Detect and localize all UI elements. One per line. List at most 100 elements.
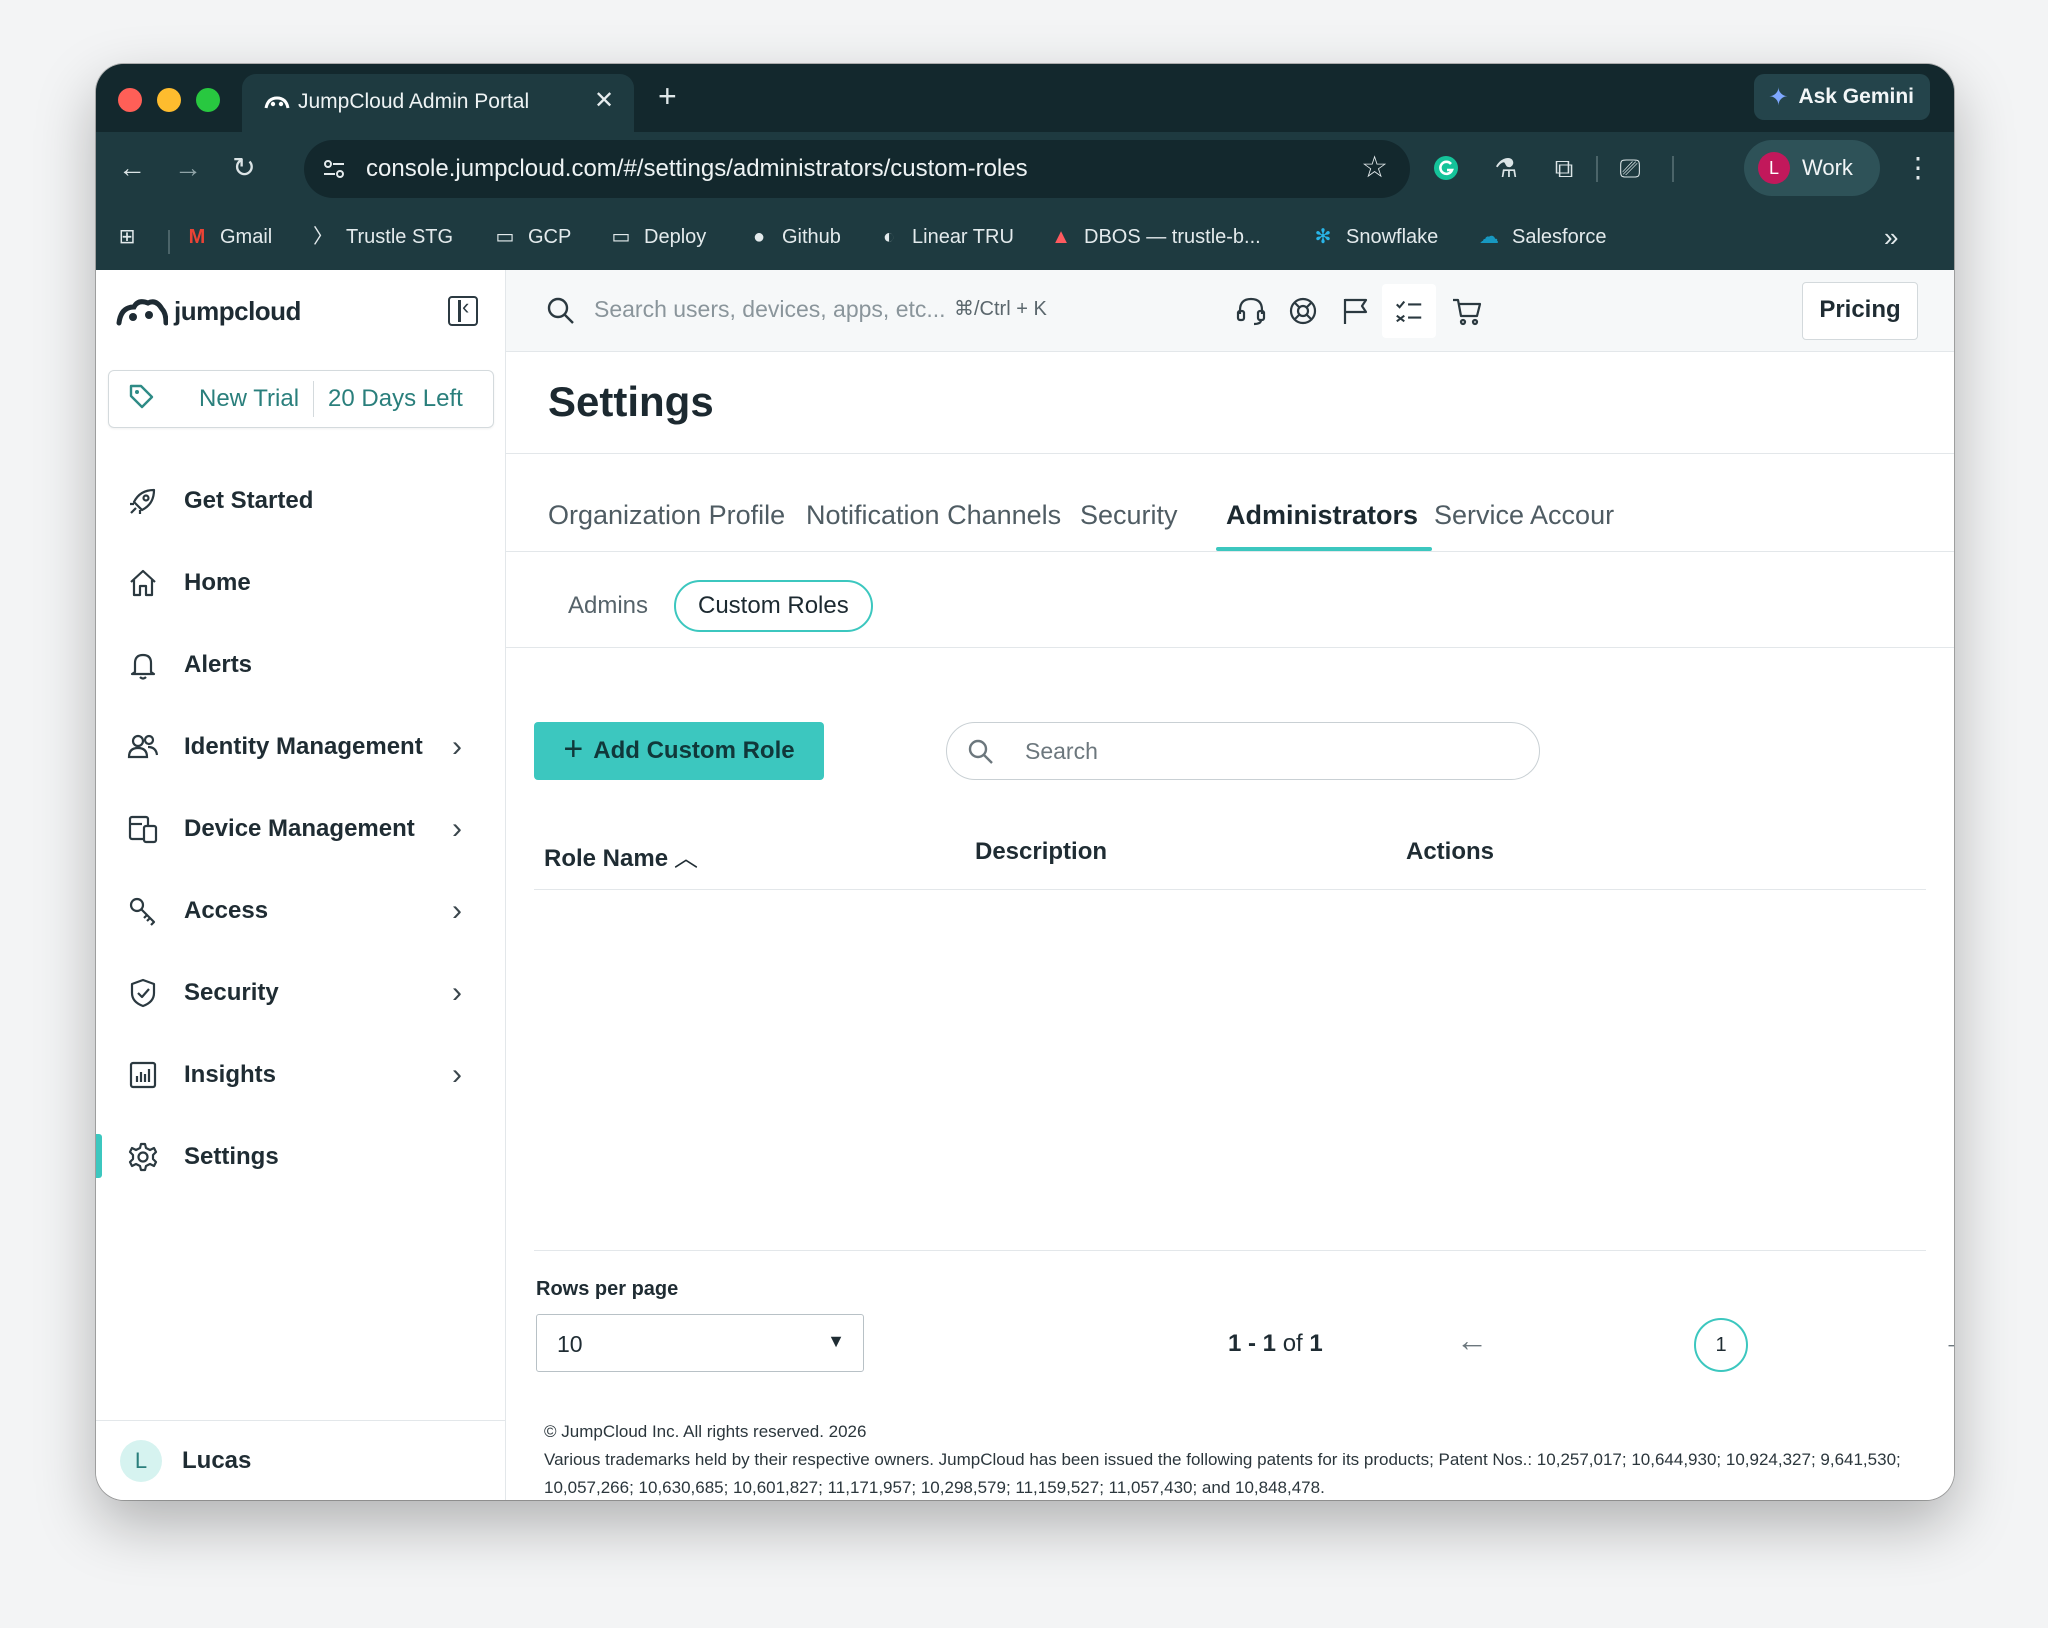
sidebar-item-label: Access [184,897,269,924]
sidebar-item-access[interactable]: Access › [96,870,506,952]
bookmark-dbos[interactable]: ▲ DBOS — trustle-b... [1048,224,1261,250]
user-menu[interactable]: L Lucas [96,1420,506,1500]
subtab-custom-roles[interactable]: Custom Roles [674,580,873,632]
close-window-button[interactable] [118,88,142,112]
table-header: Role Name ︿ Description Actions [534,820,1926,890]
sidebar-item-home[interactable]: Home [96,542,506,624]
tab-security[interactable]: Security [1080,500,1178,531]
rows-per-page-label: Rows per page [536,1278,679,1300]
devices-icon [128,815,158,844]
address-bar[interactable]: console.jumpcloud.com/#/settings/adminis… [304,140,1410,198]
back-arrow-icon[interactable]: ← [114,150,150,186]
grammarly-extension-icon[interactable] [1428,150,1464,186]
next-page-icon[interactable]: → [1942,1322,1954,1359]
tab-organization-profile[interactable]: Organization Profile [548,500,785,531]
pricing-button[interactable]: Pricing [1802,282,1918,340]
extension-icon[interactable]: ⚗ [1488,150,1524,186]
profile-button[interactable]: L Work [1744,140,1880,196]
plus-icon: + [563,730,584,768]
ask-gemini-button[interactable]: ✦ Ask Gemini [1754,74,1930,120]
browser-window: JumpCloud Admin Portal ✕ + ✦ Ask Gemini … [96,64,1954,1500]
minimize-window-button[interactable] [157,88,181,112]
rocket-icon [130,488,156,514]
bookmark-linear-tru[interactable]: ◐ Linear TRU [876,224,1014,250]
avatar: L [120,1439,162,1482]
reload-icon[interactable]: ↻ [226,150,262,186]
home-icon [130,569,156,597]
sidebar-item-identity-management[interactable]: Identity Management › [96,706,506,788]
apps-grid-icon[interactable]: ⊞ [114,224,140,250]
sidebar-item-alerts[interactable]: Alerts [96,624,506,706]
sidebar-item-insights[interactable]: Insights › [96,1034,506,1116]
bookmark-salesforce[interactable]: ☁ Salesforce [1476,224,1607,250]
checklist-icon[interactable] [1382,284,1436,338]
roles-search[interactable] [946,722,1540,780]
copyright-text: © JumpCloud Inc. All rights reserved. 20… [544,1422,867,1441]
search-icon[interactable] [546,296,576,326]
bookmark-gmail[interactable]: M Gmail [184,224,273,250]
browser-tab[interactable]: JumpCloud Admin Portal ✕ [242,74,634,132]
collapse-sidebar-icon[interactable] [448,294,478,326]
extensions-puzzle-icon[interactable]: ⧉ [1546,150,1582,186]
folder-icon: ▭ [611,226,631,248]
top-bar: Search users, devices, apps, etc... ⌘/Ct… [506,270,1954,352]
tab-search-icon[interactable]: ⎚ [1612,150,1648,186]
search-icon [968,739,993,764]
search-shortcut-hint: ⌘/Ctrl + K [954,298,1047,320]
column-role-name[interactable]: Role Name ︿ [544,838,698,873]
pagination-range: 1 - 1 [1228,1330,1277,1357]
bookmark-label: Salesforce [1512,225,1607,248]
flag-icon[interactable] [1338,294,1372,328]
global-search-input[interactable]: Search users, devices, apps, etc... [594,296,946,323]
new-tab-button[interactable]: + [658,76,677,116]
lifebuoy-icon[interactable] [1286,294,1320,328]
add-custom-role-button[interactable]: + Add Custom Role [534,722,824,780]
bookmark-snowflake[interactable]: ✻ Snowflake [1310,224,1439,250]
patents-text: Various trademarks held by their respect… [544,1450,1901,1497]
jumpcloud-logo[interactable]: jumpcloud [116,296,301,327]
close-tab-icon[interactable]: ✕ [594,86,614,115]
sidebar-item-device-management[interactable]: Device Management › [96,788,506,870]
bookmark-trustle-stg[interactable]: 〉 Trustle STG [310,224,453,250]
sidebar-item-security[interactable]: Security › [96,952,506,1034]
chevron-right-icon: › [452,894,462,927]
logo-text: jumpcloud [174,296,301,326]
dbos-icon: ▲ [1051,226,1071,248]
sidebar-item-label: Device Management [184,815,415,842]
forward-arrow-icon[interactable]: → [170,150,206,186]
cart-icon[interactable] [1450,294,1484,328]
maximize-window-button[interactable] [196,88,220,112]
more-bookmarks-icon[interactable]: » [1884,222,1898,253]
previous-page-icon[interactable]: ← [1456,1322,1488,1359]
page-number-button[interactable]: 1 [1694,1318,1748,1372]
tag-icon [127,382,159,416]
bookmark-star-icon[interactable]: ☆ [1361,150,1388,185]
page-footer: © JumpCloud Inc. All rights reserved. 20… [544,1418,1924,1500]
sidebar-item-get-started[interactable]: Get Started [96,460,506,542]
chevron-right-icon: › [452,976,462,1009]
settings-tabs: Organization Profile Notification Channe… [506,500,1954,552]
bookmark-label: GCP [528,225,572,248]
bookmark-label: Github [782,225,841,248]
gmail-icon: M [188,226,206,248]
page-title: Settings [548,378,714,425]
sort-ascending-icon: ︿ [674,845,699,872]
search-input[interactable] [1025,733,1505,769]
trial-banner[interactable]: New Trial 20 Days Left [108,370,494,428]
bookmark-deploy[interactable]: ▭ Deploy [608,224,707,250]
bookmark-label: Snowflake [1346,225,1439,248]
gear-icon [128,1142,158,1172]
tab-service-accounts[interactable]: Service Accour [1434,500,1614,531]
headset-icon[interactable] [1234,294,1268,328]
rows-per-page-select[interactable]: 10 ▼ [536,1314,864,1372]
tab-administrators[interactable]: Administrators [1226,500,1418,531]
bookmark-label: Linear TRU [912,225,1014,248]
subtab-admins[interactable]: Admins [568,592,648,620]
bookmark-gcp[interactable]: ▭ GCP [492,224,572,250]
sidebar-item-settings[interactable]: Settings [96,1116,506,1198]
bell-icon [130,653,156,680]
sidebar-item-label: Settings [184,1143,279,1170]
tab-notification-channels[interactable]: Notification Channels [806,500,1061,531]
bookmark-github[interactable]: ● Github [746,224,841,250]
browser-menu-icon[interactable]: ⋮ [1904,150,1932,186]
